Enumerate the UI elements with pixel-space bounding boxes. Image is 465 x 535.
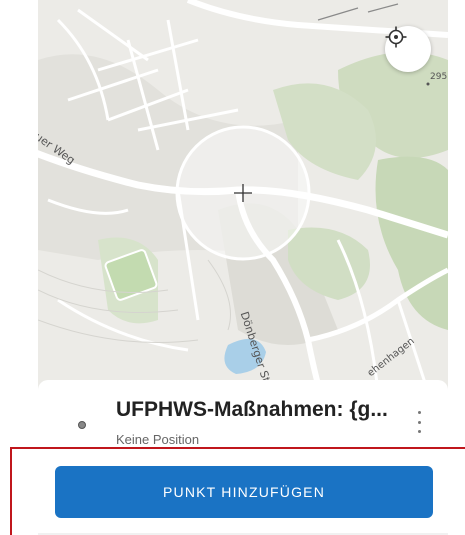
app-screen: uer Weg Dönberger Straß ehenhagen 295 UF… (0, 0, 465, 535)
layer-point-icon (78, 421, 86, 429)
add-point-button[interactable]: PUNKT HINZUFÜGEN (55, 466, 433, 518)
map-view[interactable]: uer Weg Dönberger Straß ehenhagen 295 (38, 0, 448, 392)
locate-button[interactable] (385, 26, 431, 72)
layer-title: UFPHWS-Maßnahmen: {g... (116, 398, 388, 421)
gps-crosshair-icon (385, 26, 407, 48)
map-label-height: 295 (430, 72, 448, 82)
more-options-icon[interactable] (415, 411, 423, 433)
layer-position-status: Keine Position (116, 432, 200, 447)
